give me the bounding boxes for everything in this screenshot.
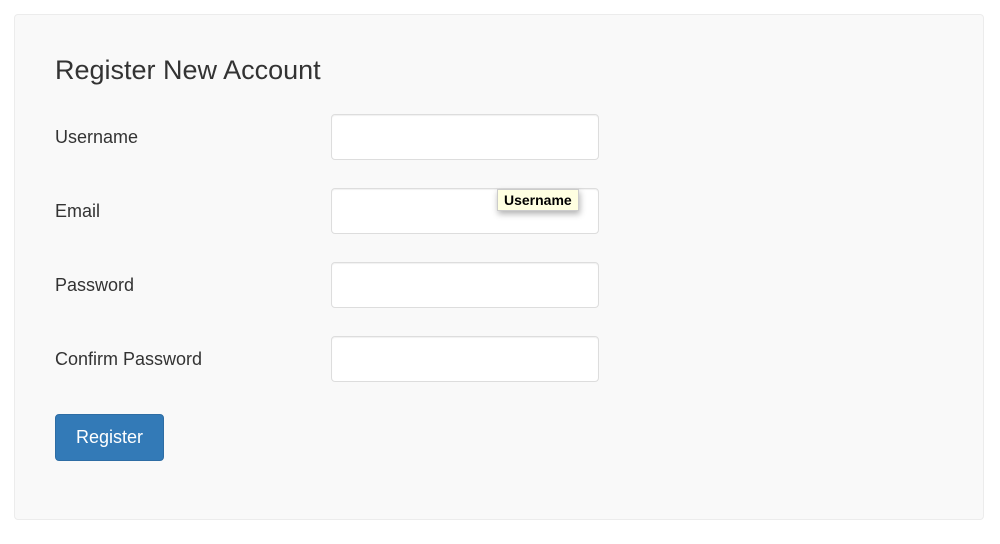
form-title: Register New Account [55,55,943,86]
form-group-username: Username [55,114,943,160]
register-button[interactable]: Register [55,414,164,461]
form-group-password: Password [55,262,943,308]
password-input[interactable] [331,262,599,308]
email-label: Email [55,193,331,230]
form-group-confirm-password: Confirm Password [55,336,943,382]
confirm-password-input[interactable] [331,336,599,382]
password-label: Password [55,267,331,304]
username-label: Username [55,119,331,156]
register-panel: Register New Account Username Email Pass… [14,14,984,520]
username-input[interactable] [331,114,599,160]
confirm-password-label: Confirm Password [55,341,331,378]
tooltip: Username [497,189,579,211]
